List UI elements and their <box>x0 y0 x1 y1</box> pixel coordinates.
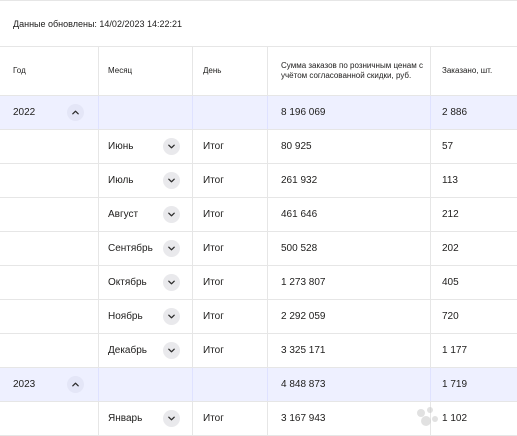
year-cell <box>0 164 99 197</box>
month-row[interactable]: Октябрь Итог 1 273 807 405 <box>0 266 517 300</box>
ordered-cell: 720 <box>442 311 459 322</box>
day-cell <box>193 368 268 401</box>
sum-cell: 3 325 171 <box>268 334 431 367</box>
chevron-down-icon[interactable] <box>163 274 180 291</box>
year-cell: 2023 <box>0 368 99 401</box>
month-value: Июнь <box>108 141 134 152</box>
year-cell <box>0 130 99 163</box>
day-cell: Итог <box>193 130 268 163</box>
month-cell: Октябрь <box>99 266 193 299</box>
month-cell: Ноябрь <box>99 300 193 333</box>
sum-cell: 1 273 807 <box>268 266 431 299</box>
chevron-up-icon[interactable] <box>67 376 84 393</box>
month-value: Сентябрь <box>108 243 153 254</box>
chevron-down-icon[interactable] <box>163 206 180 223</box>
month-cell <box>99 96 193 129</box>
column-header-month[interactable]: Месяц <box>99 47 193 95</box>
month-cell: Сентябрь <box>99 232 193 265</box>
chevron-down-icon[interactable] <box>163 172 180 189</box>
table-body: 2022 8 196 069 2 886 Июнь Итог 80 925 57 Июль Ит… <box>0 96 517 436</box>
year-group-row[interactable]: 2022 8 196 069 2 886 <box>0 96 517 130</box>
year-cell <box>0 300 99 333</box>
month-value: Август <box>108 209 139 220</box>
day-cell: Итог <box>193 232 268 265</box>
year-value: 2023 <box>13 379 36 390</box>
month-value: Ноябрь <box>108 311 143 322</box>
year-cell <box>0 266 99 299</box>
year-group-row[interactable]: 2023 4 848 873 1 719 <box>0 368 517 402</box>
ordered-cell: 113 <box>442 175 458 186</box>
day-cell: Итог <box>193 300 268 333</box>
day-cell: Итог <box>193 334 268 367</box>
year-cell <box>0 402 99 435</box>
month-cell: Январь <box>99 402 193 435</box>
month-cell: Июнь <box>99 130 193 163</box>
year-cell <box>0 334 99 367</box>
day-cell: Итог <box>193 198 268 231</box>
ordered-cell: 405 <box>442 277 459 288</box>
chevron-down-icon[interactable] <box>163 410 180 427</box>
sum-cell: 80 925 <box>268 130 431 163</box>
month-row[interactable]: Июль Итог 261 932 113 <box>0 164 517 198</box>
sum-cell: 2 292 059 <box>268 300 431 333</box>
year-cell <box>0 232 99 265</box>
month-cell <box>99 368 193 401</box>
month-value: Октябрь <box>108 277 147 288</box>
data-updated-label: Данные обновлены: 14/02/2023 14:22:21 <box>0 0 517 47</box>
month-row[interactable]: Декабрь Итог 3 325 171 1 177 <box>0 334 517 368</box>
day-cell <box>193 96 268 129</box>
day-cell: Итог <box>193 164 268 197</box>
column-header-year[interactable]: Год <box>0 47 99 95</box>
month-row[interactable]: Ноябрь Итог 2 292 059 720 <box>0 300 517 334</box>
sum-cell: 4 848 873 <box>268 368 431 401</box>
month-row[interactable]: Июнь Итог 80 925 57 <box>0 130 517 164</box>
month-value: Декабрь <box>108 345 147 356</box>
year-cell <box>0 198 99 231</box>
ordered-cell: 2 886 <box>442 107 468 118</box>
sum-cell: 8 196 069 <box>268 96 431 129</box>
ordered-cell: 1 719 <box>442 379 468 390</box>
month-row[interactable]: Август Итог 461 646 212 <box>0 198 517 232</box>
chevron-down-icon[interactable] <box>163 240 180 257</box>
chevron-down-icon[interactable] <box>163 342 180 359</box>
column-header-day[interactable]: День <box>193 47 268 95</box>
month-cell: Июль <box>99 164 193 197</box>
chevron-down-icon[interactable] <box>163 308 180 325</box>
sum-cell: 500 528 <box>268 232 431 265</box>
month-value: Июль <box>108 175 134 186</box>
sum-cell: 3 167 943 <box>268 402 431 435</box>
column-header-sum[interactable]: Сумма заказов по розничным ценам с учёто… <box>268 47 431 95</box>
month-row[interactable]: Сентябрь Итог 500 528 202 <box>0 232 517 266</box>
ordered-cell: 212 <box>442 209 459 220</box>
year-cell: 2022 <box>0 96 99 129</box>
avito-watermark <box>417 407 438 426</box>
month-value: Январь <box>108 413 143 424</box>
ordered-cell: 1 177 <box>442 345 468 356</box>
ordered-cell: 202 <box>442 243 459 254</box>
month-cell: Декабрь <box>99 334 193 367</box>
day-cell: Итог <box>193 402 268 435</box>
sum-cell: 461 646 <box>268 198 431 231</box>
month-cell: Август <box>99 198 193 231</box>
chevron-down-icon[interactable] <box>163 138 180 155</box>
year-value: 2022 <box>13 107 36 118</box>
sum-cell: 261 932 <box>268 164 431 197</box>
chevron-up-icon[interactable] <box>67 104 84 121</box>
ordered-cell: 57 <box>442 141 454 152</box>
column-header-ordered[interactable]: Заказано, шт. <box>431 47 517 95</box>
orders-table: Год Месяц День Сумма заказов по розничны… <box>0 47 517 436</box>
day-cell: Итог <box>193 266 268 299</box>
table-header: Год Месяц День Сумма заказов по розничны… <box>0 47 517 96</box>
